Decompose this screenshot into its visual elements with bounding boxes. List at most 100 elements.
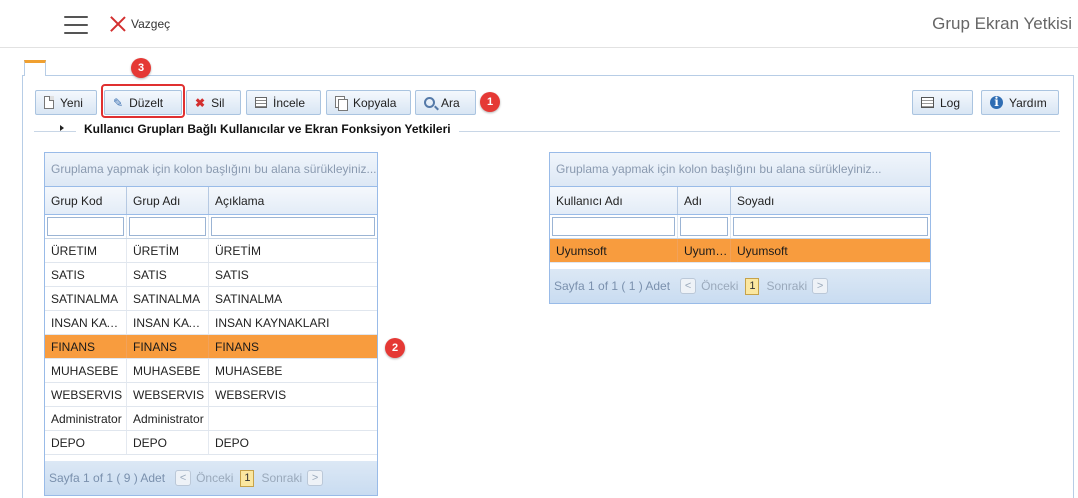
next-page-icon[interactable]: > [307,470,324,486]
tab-main[interactable] [24,60,46,76]
table-row[interactable]: FINANS FINANS FINANS [45,335,377,359]
table-row[interactable]: WEBSERVIS WEBSERVIS WEBSERVIS [45,383,377,407]
table-cell: DEPO [127,431,209,454]
column-header-adi[interactable]: Adı [678,187,731,214]
column-header-soyadi[interactable]: Soyadı [731,187,930,214]
table-cell: WEBSERVIS [215,388,287,402]
expand-arrow-icon[interactable] [60,125,64,131]
table-cell: INSAN KAYNAKLARI [215,316,330,330]
table-row[interactable]: Administrator Administrator [45,407,377,431]
users-pager: Sayfa 1 of 1 ( 1 ) Adet < Önceki 1 Sonra… [550,269,930,303]
table-cell: ÜRETİM [127,239,209,262]
prev-page-label[interactable]: Önceki [701,279,738,293]
filter-grup-kod-input[interactable] [47,217,124,236]
current-page[interactable]: 1 [745,277,760,295]
search-button[interactable]: Ara [415,90,476,115]
section-title: Kullanıcı Grupları Bağlı Kullanıcılar ve… [76,122,459,136]
users-grid: Gruplama yapmak için kolon başlığını bu … [549,152,931,304]
table-cell: Administrator [127,407,209,430]
table-row[interactable]: SATINALMA SATINALMA SATINALMA [45,287,377,311]
info-icon: i [990,96,1003,109]
new-document-icon [44,96,54,109]
current-page[interactable]: 1 [240,469,255,487]
table-cell: MUHASEBE [45,359,127,382]
table-row[interactable]: Uyumsoft Uyumsoft Uyumsoft [550,239,930,263]
help-button-label: Yardım [1009,95,1047,110]
delete-button[interactable]: ✖ Sil [186,90,241,115]
filter-adi-input[interactable] [680,217,728,236]
section-header[interactable]: Kullanıcı Grupları Bağlı Kullanıcılar ve… [34,120,1060,136]
table-cell: SATIS [127,263,209,286]
prev-page-icon[interactable]: < [680,278,697,294]
top-bar: Vazgeç Grup Ekran Yetkisi [0,0,1078,48]
next-page-icon[interactable]: > [812,278,829,294]
column-header-kullanici-adi[interactable]: Kullanıcı Adı [550,187,678,214]
table-cell: DEPO [215,436,250,450]
filter-row [45,215,377,239]
new-button[interactable]: Yeni [35,90,97,115]
table-row[interactable]: ÜRETIM ÜRETİM ÜRETİM [45,239,377,263]
inspect-button-label: İncele [273,95,306,110]
groups-pager: Sayfa 1 of 1 ( 9 ) Adet < Önceki 1 Sonra… [45,461,377,495]
tab-strip [22,60,1074,76]
groups-grid: Gruplama yapmak için kolon başlığını bu … [44,152,378,496]
cancel-button[interactable]: Vazgeç [110,16,170,32]
annotation-marker-1: 1 [480,92,500,112]
table-cell: SATINALMA [45,287,127,310]
table-cell: FINANS [127,335,209,358]
table-cell: Uyumsoft [737,244,788,258]
table-cell: FINANS [215,340,260,354]
table-cell: Uyumsoft [678,239,731,262]
table-cell: SATINALMA [215,292,283,306]
search-button-label: Ara [441,95,460,110]
next-page-label[interactable]: Sonraki [766,279,807,293]
prev-page-icon[interactable]: < [175,470,192,486]
prev-page-label[interactable]: Önceki [196,471,233,485]
filter-grup-adi-input[interactable] [129,217,206,236]
table-cell: INSAN KAYNAKLARI [127,311,209,334]
table-cell: WEBSERVIS [45,383,127,406]
delete-x-icon: ✖ [195,95,206,110]
users-rows: Uyumsoft Uyumsoft Uyumsoft [550,239,930,263]
table-cell: Administrator [45,407,127,430]
table-cell: SATIS [45,263,127,286]
edit-button-highlight [101,84,185,118]
table-cell: Uyumsoft [550,239,678,262]
table-cell: SATIS [215,268,249,282]
table-cell: INSAN KAYNAKLARI [45,311,127,334]
table-cell: MUHASEBE [215,364,283,378]
filter-row [550,215,930,239]
table-row[interactable]: MUHASEBE MUHASEBE MUHASEBE [45,359,377,383]
grid-header: Kullanıcı Adı Adı Soyadı [550,187,930,215]
annotation-marker-3: 3 [131,58,151,78]
copy-button[interactable]: Kopyala [326,90,411,115]
column-header-grup-kod[interactable]: Grup Kod [45,187,127,214]
pager-info: Sayfa 1 of 1 ( 9 ) Adet [49,471,166,485]
column-header-aciklama[interactable]: Açıklama [209,187,377,214]
table-cell: FINANS [45,335,127,358]
copy-icon [335,96,348,111]
help-button[interactable]: i Yardım [981,90,1059,115]
table-row[interactable]: INSAN KAYNAKLARIINSAN KAYNAKLARIINSAN KA… [45,311,377,335]
column-header-grup-adi[interactable]: Grup Adı [127,187,209,214]
table-cell: ÜRETİM [215,244,261,258]
filter-kullanici-adi-input[interactable] [552,217,675,236]
magnifier-icon [424,97,435,108]
group-by-area[interactable]: Gruplama yapmak için kolon başlığını bu … [550,153,930,187]
inspect-button[interactable]: İncele [246,90,321,115]
table-cell: MUHASEBE [127,359,209,382]
table-row[interactable]: SATIS SATIS SATIS [45,263,377,287]
filter-soyadi-input[interactable] [733,217,928,236]
table-cell: WEBSERVIS [127,383,209,406]
table-row[interactable]: DEPO DEPO DEPO [45,431,377,455]
hamburger-menu-icon[interactable] [64,16,88,34]
group-by-area[interactable]: Gruplama yapmak için kolon başlığını bu … [45,153,377,187]
log-button-label: Log [940,95,961,110]
next-page-label[interactable]: Sonraki [261,471,302,485]
log-icon [921,97,934,108]
table-cell: SATINALMA [127,287,209,310]
filter-aciklama-input[interactable] [211,217,375,236]
log-button[interactable]: Log [912,90,973,115]
table-cell: DEPO [45,431,127,454]
groups-rows: ÜRETIM ÜRETİM ÜRETİM SATIS SATIS SATIS SATINAL… [45,239,377,455]
